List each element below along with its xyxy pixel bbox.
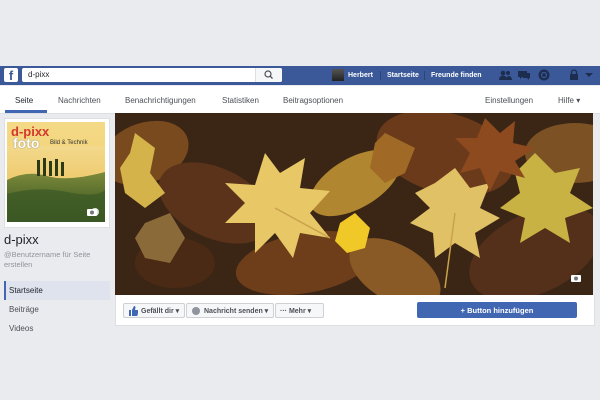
find-friends-link[interactable]: Freunde finden [431,66,482,85]
thumbs-up-icon [129,306,138,316]
cover-photo[interactable] [115,113,593,295]
search-icon [264,70,273,79]
divider [380,71,381,80]
add-button-button[interactable]: + Button hinzufügen [417,302,577,318]
logo-tagline: Bild & Technik [50,140,88,146]
camera-icon[interactable] [86,207,98,217]
profile-link[interactable]: Herbert [348,66,373,85]
tab-beitragsoptionen[interactable]: Beitragsoptionen [283,86,343,113]
facebook-logo-icon[interactable]: f [4,68,18,82]
logo-text-foto: foto [13,135,40,151]
like-button-label: Gefällt dir ▾ [141,308,180,315]
send-message-label: Nachricht senden ▾ [204,308,269,315]
tab-seite[interactable]: Seite [15,86,33,113]
page-title: d-pixx [4,232,39,247]
notifications-icon[interactable] [537,68,551,82]
sidebar-item-videos[interactable]: Videos [9,324,33,333]
messages-icon[interactable] [517,68,531,82]
dropdown-icon[interactable] [582,68,596,82]
send-message-button[interactable]: Nachricht senden ▾ [186,303,274,318]
like-button[interactable]: Gefällt dir ▾ [123,303,185,318]
cover-camera-icon[interactable] [570,273,582,283]
active-tab-indicator [5,110,47,113]
more-button-label: ··· Mehr ▾ [280,308,312,315]
more-button[interactable]: ··· Mehr ▾ [275,303,324,318]
create-username-link[interactable]: @Benutzername für Seite erstellen [4,250,114,270]
sidebar-item-startseite[interactable]: Startseite [9,286,43,295]
lock-icon[interactable] [567,68,581,82]
sidebar-item-beitraege[interactable]: Beiträge [9,305,39,314]
home-link[interactable]: Startseite [387,66,419,85]
friend-requests-icon[interactable] [498,68,512,82]
tab-nachrichten[interactable]: Nachrichten [58,86,101,113]
avatar[interactable] [332,69,344,81]
divider [424,71,425,80]
tab-statistiken[interactable]: Statistiken [222,86,259,113]
autumn-leaves-image [115,113,593,295]
search-value: d-pixx [28,70,50,79]
help-menu[interactable]: Hilfe ▾ [558,86,580,113]
tab-benachrichtigungen[interactable]: Benachrichtigungen [125,86,196,113]
settings-link[interactable]: Einstellungen [485,86,533,113]
search-button[interactable] [255,68,282,82]
message-icon [192,307,200,315]
search-input[interactable]: d-pixx [22,68,282,82]
